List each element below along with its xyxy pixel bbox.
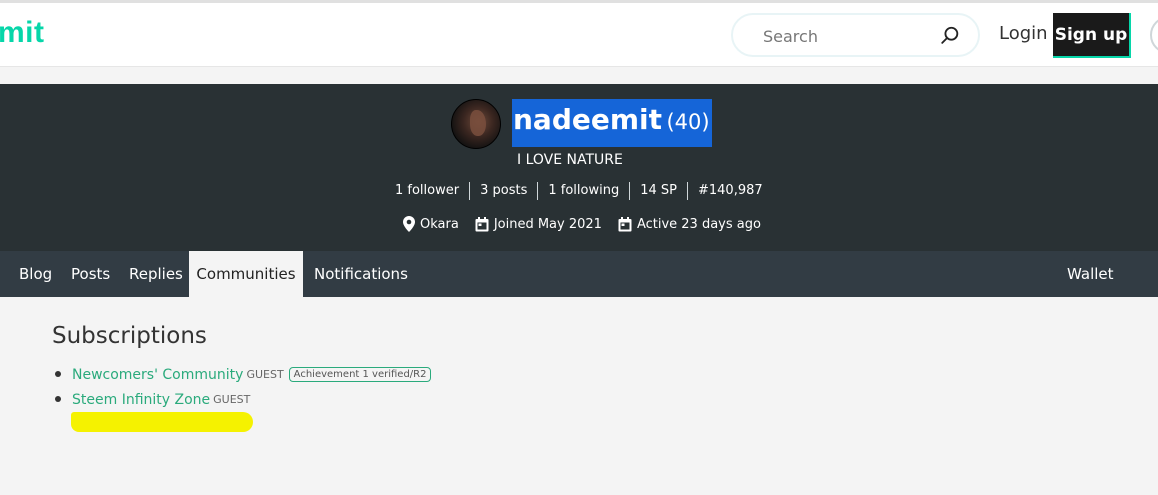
login-link[interactable]: Login — [999, 23, 1048, 44]
community-role: GUEST — [246, 368, 284, 381]
tab-notifications[interactable]: Notifications — [314, 251, 408, 297]
joined-text: Joined May 2021 — [493, 216, 602, 232]
tab-replies[interactable]: Replies — [129, 251, 183, 297]
joined-item: Joined May 2021 — [475, 216, 602, 232]
subscriptions-list: Newcomers' Community GUEST Achievement 1… — [52, 362, 432, 412]
calendar-icon — [475, 216, 489, 231]
list-item: Steem Infinity Zone GUEST — [52, 387, 431, 412]
profile-about: I LOVE NATURE — [517, 152, 623, 168]
tab-wallet[interactable]: Wallet — [1067, 251, 1114, 297]
posts-count: 3 posts — [470, 182, 539, 200]
steem-power: 14 SP — [630, 182, 688, 200]
search-box[interactable] — [731, 13, 980, 57]
search-icon[interactable] — [939, 25, 961, 47]
subscriptions-heading: Subscriptions — [52, 323, 207, 349]
profile-tabs: Blog Posts Replies Communities Notificat… — [0, 251, 1158, 297]
following-count[interactable]: 1 following — [538, 182, 631, 200]
followers-count[interactable]: 1 follower — [388, 182, 471, 200]
list-item: Newcomers' Community GUEST Achievement 1… — [52, 362, 432, 387]
community-link[interactable]: Steem Infinity Zone — [72, 392, 210, 408]
calendar-icon — [618, 216, 632, 231]
community-role: GUEST — [213, 393, 251, 406]
location-item: Okara — [403, 216, 459, 232]
tab-blog[interactable]: Blog — [19, 251, 52, 297]
signup-button[interactable]: Sign up — [1053, 13, 1131, 58]
avatar[interactable] — [451, 99, 501, 149]
profile-stats: 1 follower 3 posts 1 following 14 SP #14… — [388, 181, 773, 201]
rank: #140,987 — [697, 183, 763, 198]
profile-name: nadeemit — [513, 103, 663, 136]
bullet — [55, 396, 61, 402]
profile-name-selection: nadeemit (40) — [512, 99, 712, 147]
search-input[interactable] — [763, 25, 933, 47]
achievement-badge: Achievement 1 verified/R2 — [288, 367, 432, 382]
reputation-score: (40) — [666, 110, 710, 134]
location-pin-icon — [403, 216, 415, 232]
active-text: Active 23 days ago — [636, 216, 761, 232]
site-logo[interactable]: mit — [0, 16, 45, 50]
community-link[interactable]: Newcomers' Community — [72, 367, 243, 383]
location-text: Okara — [420, 216, 459, 232]
bullet — [55, 371, 61, 377]
tab-communities[interactable]: Communities — [189, 251, 303, 297]
profile-banner: nadeemit (40) I LOVE NATURE 1 follower 3… — [0, 84, 1158, 251]
active-item: Active 23 days ago — [618, 216, 761, 232]
profile-meta: Okara Joined May 2021 Active 23 days ago — [403, 214, 777, 234]
yellow-highlight-mark — [71, 412, 253, 432]
site-header: mit Login Sign up — [0, 3, 1158, 67]
tab-posts[interactable]: Posts — [71, 251, 110, 297]
menu-circle-button[interactable] — [1150, 16, 1158, 54]
